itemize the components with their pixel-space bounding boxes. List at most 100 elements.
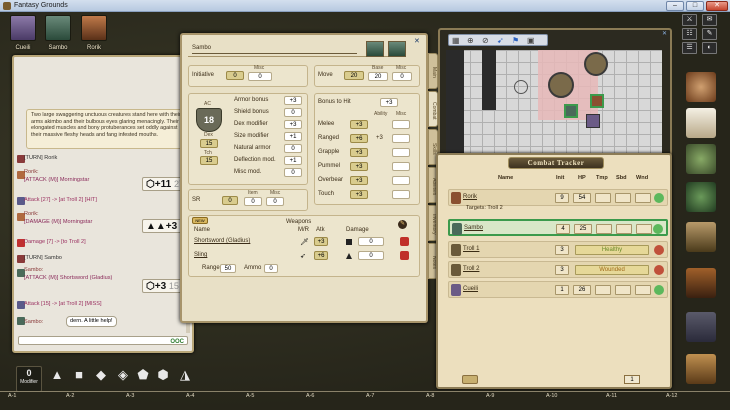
row-init[interactable]: 9 (555, 193, 569, 203)
tracker-row-sambo[interactable]: Sambo 4 25 (448, 219, 668, 236)
deflection-value[interactable]: +1 (284, 156, 302, 165)
close-button[interactable]: ✕ (706, 1, 728, 11)
sambo-token[interactable] (564, 104, 578, 118)
row-wnd[interactable] (635, 193, 651, 203)
cueili-token[interactable] (586, 114, 600, 128)
row-wnd[interactable] (636, 224, 652, 234)
d8-die-icon[interactable]: ◆ (94, 368, 108, 382)
sr-item[interactable]: 0 (244, 197, 262, 206)
tracker-row-rorik[interactable]: Rorik 9 54 (448, 189, 668, 206)
rorik-token[interactable] (590, 94, 604, 108)
mask-icon[interactable]: ⊘ (482, 36, 489, 45)
chat-input[interactable] (18, 336, 188, 345)
maximize-button[interactable]: □ (686, 1, 704, 11)
pointer-icon[interactable]: ➹ (497, 36, 504, 45)
bonus-to-hit-value[interactable]: +3 (380, 98, 398, 107)
ac-touch[interactable]: 15 (200, 156, 218, 165)
tracker-row-troll-2[interactable]: Troll 2 3 Wounded (448, 261, 668, 278)
round-counter[interactable]: 1 (624, 375, 640, 384)
row-tmp[interactable] (596, 224, 612, 234)
size-modifier-value[interactable]: +1 (284, 132, 302, 141)
row-init[interactable]: 3 (555, 265, 569, 275)
melee-total[interactable]: +3 (350, 120, 368, 129)
range-value[interactable]: 50 (220, 264, 236, 273)
ooc-toggle[interactable]: OOC (170, 339, 184, 345)
row-sbd[interactable] (616, 224, 632, 234)
characters-icon[interactable] (686, 72, 716, 102)
ac-dex[interactable]: 15 (200, 139, 218, 148)
edit-icon[interactable]: ✎ (398, 220, 407, 229)
portrait-rorik[interactable] (81, 15, 107, 41)
row-init[interactable]: 1 (555, 285, 569, 295)
shield-bonus-value[interactable]: 0 (284, 108, 302, 117)
tables-icon[interactable] (686, 354, 716, 384)
close-sheet-icon[interactable]: ✕ (414, 37, 420, 45)
d12-die-icon[interactable]: ⬟ (136, 368, 150, 382)
natural-armor-value[interactable]: 0 (284, 144, 302, 153)
sr-total[interactable]: 0 (222, 196, 238, 205)
tab-combat[interactable]: Combat (428, 91, 438, 127)
troll-token[interactable] (584, 52, 608, 76)
weapon-1-damage[interactable]: 0 (358, 237, 384, 246)
sr-misc[interactable]: 0 (266, 197, 284, 206)
row-name[interactable]: Sambo (464, 225, 483, 231)
row-name[interactable]: Troll 2 (463, 266, 479, 272)
d6-die-icon[interactable]: ■ (72, 368, 86, 382)
row-wnd[interactable] (635, 285, 651, 295)
initiative-misc[interactable]: 0 (248, 72, 272, 81)
grapple-total[interactable]: +3 (350, 148, 368, 157)
tracker-row-cueili[interactable]: Cueili 1 26 (448, 281, 668, 298)
pummel-total[interactable]: +3 (350, 162, 368, 171)
d20-die-icon[interactable]: ⬢ (156, 368, 170, 382)
misc-mod-value[interactable]: 0 (284, 168, 302, 177)
grapple-misc[interactable] (392, 148, 410, 157)
weapon-1-name[interactable]: Shortsword (Gladius) (194, 238, 250, 244)
target-icon[interactable]: ⊕ (467, 36, 474, 45)
effects-button[interactable]: ◐ (702, 42, 717, 54)
touch-misc[interactable] (392, 190, 410, 199)
flag-icon[interactable]: ⚑ (512, 36, 519, 45)
character-portrait[interactable] (366, 41, 384, 57)
row-name[interactable]: Cueili (463, 286, 478, 292)
overbear-total[interactable]: +3 (350, 176, 368, 185)
weapon-2-name[interactable]: Sling (194, 252, 207, 258)
portrait-cueili[interactable] (10, 15, 36, 41)
camera-icon[interactable]: ▣ (527, 36, 535, 45)
new-weapon-button[interactable]: NEW (192, 217, 208, 224)
modifier-box[interactable]: 0 Modifier (16, 366, 42, 392)
next-actor-button[interactable] (462, 375, 478, 384)
d4-die-icon[interactable]: ▲ (50, 368, 64, 382)
ammo-value[interactable]: 0 (264, 264, 278, 273)
ranged-total[interactable]: +6 (350, 134, 368, 143)
row-tmp[interactable] (595, 285, 611, 295)
row-tmp[interactable] (595, 193, 611, 203)
items-icon[interactable] (686, 222, 716, 252)
ranged-misc[interactable] (392, 134, 410, 143)
pummel-misc[interactable] (392, 162, 410, 171)
row-init[interactable]: 3 (555, 245, 569, 255)
npcs-icon[interactable] (686, 144, 716, 174)
row-hp[interactable]: 54 (573, 193, 591, 203)
initiative-total[interactable]: 0 (226, 71, 244, 80)
combat-button[interactable]: ☷ (682, 28, 697, 40)
lights-button[interactable]: ☰ (682, 42, 697, 54)
map-canvas[interactable] (446, 50, 662, 154)
library-icon[interactable] (686, 268, 716, 298)
attack-roll-icon[interactable] (400, 251, 409, 260)
row-name[interactable]: Rorik (463, 194, 477, 200)
portrait-sambo[interactable] (45, 15, 71, 41)
melee-misc[interactable] (392, 120, 410, 129)
options-button[interactable]: ✉ (702, 14, 717, 26)
tab-main[interactable]: Main (428, 53, 438, 89)
close-map-icon[interactable]: ✕ (662, 30, 667, 37)
move-base[interactable]: 20 (368, 72, 388, 81)
overbear-misc[interactable] (392, 176, 410, 185)
row-sbd[interactable] (615, 193, 631, 203)
dex-modifier-value[interactable]: +3 (284, 120, 302, 129)
grid-icon[interactable]: ▦ (452, 36, 460, 45)
row-init[interactable]: 4 (556, 224, 570, 234)
tracker-row-troll-1[interactable]: Troll 1 3 Healthy (448, 241, 668, 258)
images-icon[interactable] (686, 312, 716, 342)
minimize-button[interactable]: – (666, 1, 684, 11)
row-hp[interactable]: 25 (574, 224, 592, 234)
